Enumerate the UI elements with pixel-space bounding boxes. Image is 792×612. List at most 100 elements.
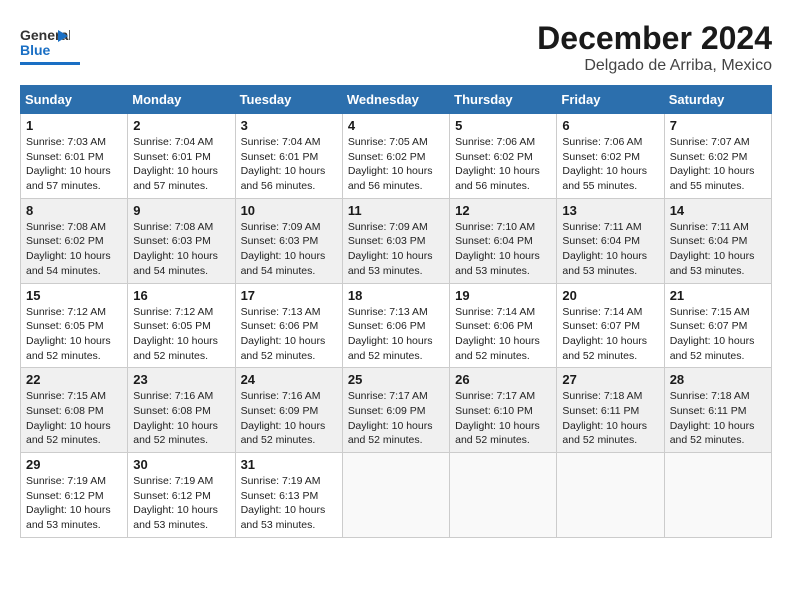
table-row: 20 Sunrise: 7:14 AM Sunset: 6:07 PM Dayl… — [557, 283, 664, 368]
day-info: Sunrise: 7:10 AM Sunset: 6:04 PM Dayligh… — [455, 220, 551, 279]
table-row: 3 Sunrise: 7:04 AM Sunset: 6:01 PM Dayli… — [235, 114, 342, 199]
header-monday: Monday — [128, 86, 235, 114]
day-info: Sunrise: 7:13 AM Sunset: 6:06 PM Dayligh… — [348, 305, 444, 364]
table-row: 8 Sunrise: 7:08 AM Sunset: 6:02 PM Dayli… — [21, 198, 128, 283]
table-row: 19 Sunrise: 7:14 AM Sunset: 6:06 PM Dayl… — [450, 283, 557, 368]
table-row: 13 Sunrise: 7:11 AM Sunset: 6:04 PM Dayl… — [557, 198, 664, 283]
table-row: 26 Sunrise: 7:17 AM Sunset: 6:10 PM Dayl… — [450, 368, 557, 453]
header-thursday: Thursday — [450, 86, 557, 114]
table-row — [557, 453, 664, 538]
day-info: Sunrise: 7:08 AM Sunset: 6:03 PM Dayligh… — [133, 220, 229, 279]
day-info: Sunrise: 7:16 AM Sunset: 6:09 PM Dayligh… — [241, 389, 337, 448]
day-number: 30 — [133, 457, 229, 472]
day-info: Sunrise: 7:18 AM Sunset: 6:11 PM Dayligh… — [562, 389, 658, 448]
calendar-week-row: 22 Sunrise: 7:15 AM Sunset: 6:08 PM Dayl… — [21, 368, 772, 453]
day-number: 4 — [348, 118, 444, 133]
day-number: 6 — [562, 118, 658, 133]
day-info: Sunrise: 7:11 AM Sunset: 6:04 PM Dayligh… — [562, 220, 658, 279]
day-number: 28 — [670, 372, 766, 387]
day-info: Sunrise: 7:11 AM Sunset: 6:04 PM Dayligh… — [670, 220, 766, 279]
weekday-header-row: Sunday Monday Tuesday Wednesday Thursday… — [21, 86, 772, 114]
day-info: Sunrise: 7:12 AM Sunset: 6:05 PM Dayligh… — [133, 305, 229, 364]
table-row — [342, 453, 449, 538]
header-tuesday: Tuesday — [235, 86, 342, 114]
day-info: Sunrise: 7:06 AM Sunset: 6:02 PM Dayligh… — [455, 135, 551, 194]
day-info: Sunrise: 7:15 AM Sunset: 6:08 PM Dayligh… — [26, 389, 122, 448]
day-info: Sunrise: 7:18 AM Sunset: 6:11 PM Dayligh… — [670, 389, 766, 448]
day-info: Sunrise: 7:09 AM Sunset: 6:03 PM Dayligh… — [348, 220, 444, 279]
header-saturday: Saturday — [664, 86, 771, 114]
table-row: 12 Sunrise: 7:10 AM Sunset: 6:04 PM Dayl… — [450, 198, 557, 283]
table-row: 25 Sunrise: 7:17 AM Sunset: 6:09 PM Dayl… — [342, 368, 449, 453]
page-header: General Blue December 2024 Delgado de Ar… — [20, 20, 772, 75]
calendar-week-row: 8 Sunrise: 7:08 AM Sunset: 6:02 PM Dayli… — [21, 198, 772, 283]
table-row: 7 Sunrise: 7:07 AM Sunset: 6:02 PM Dayli… — [664, 114, 771, 199]
table-row: 21 Sunrise: 7:15 AM Sunset: 6:07 PM Dayl… — [664, 283, 771, 368]
day-number: 3 — [241, 118, 337, 133]
table-row: 27 Sunrise: 7:18 AM Sunset: 6:11 PM Dayl… — [557, 368, 664, 453]
svg-text:Blue: Blue — [20, 42, 51, 58]
day-number: 19 — [455, 288, 551, 303]
day-info: Sunrise: 7:06 AM Sunset: 6:02 PM Dayligh… — [562, 135, 658, 194]
table-row: 22 Sunrise: 7:15 AM Sunset: 6:08 PM Dayl… — [21, 368, 128, 453]
day-number: 11 — [348, 203, 444, 218]
day-info: Sunrise: 7:17 AM Sunset: 6:09 PM Dayligh… — [348, 389, 444, 448]
table-row: 29 Sunrise: 7:19 AM Sunset: 6:12 PM Dayl… — [21, 453, 128, 538]
day-number: 31 — [241, 457, 337, 472]
page-subtitle: Delgado de Arriba, Mexico — [537, 57, 772, 75]
header-sunday: Sunday — [21, 86, 128, 114]
table-row: 24 Sunrise: 7:16 AM Sunset: 6:09 PM Dayl… — [235, 368, 342, 453]
day-info: Sunrise: 7:04 AM Sunset: 6:01 PM Dayligh… — [133, 135, 229, 194]
calendar-week-row: 29 Sunrise: 7:19 AM Sunset: 6:12 PM Dayl… — [21, 453, 772, 538]
table-row: 11 Sunrise: 7:09 AM Sunset: 6:03 PM Dayl… — [342, 198, 449, 283]
table-row — [664, 453, 771, 538]
header-wednesday: Wednesday — [342, 86, 449, 114]
day-number: 17 — [241, 288, 337, 303]
day-number: 2 — [133, 118, 229, 133]
day-info: Sunrise: 7:19 AM Sunset: 6:12 PM Dayligh… — [133, 474, 229, 533]
table-row: 17 Sunrise: 7:13 AM Sunset: 6:06 PM Dayl… — [235, 283, 342, 368]
table-row: 1 Sunrise: 7:03 AM Sunset: 6:01 PM Dayli… — [21, 114, 128, 199]
table-row: 14 Sunrise: 7:11 AM Sunset: 6:04 PM Dayl… — [664, 198, 771, 283]
day-number: 1 — [26, 118, 122, 133]
day-info: Sunrise: 7:14 AM Sunset: 6:07 PM Dayligh… — [562, 305, 658, 364]
day-number: 24 — [241, 372, 337, 387]
day-info: Sunrise: 7:15 AM Sunset: 6:07 PM Dayligh… — [670, 305, 766, 364]
day-info: Sunrise: 7:09 AM Sunset: 6:03 PM Dayligh… — [241, 220, 337, 279]
day-number: 13 — [562, 203, 658, 218]
table-row: 31 Sunrise: 7:19 AM Sunset: 6:13 PM Dayl… — [235, 453, 342, 538]
day-number: 22 — [26, 372, 122, 387]
day-number: 15 — [26, 288, 122, 303]
table-row: 10 Sunrise: 7:09 AM Sunset: 6:03 PM Dayl… — [235, 198, 342, 283]
table-row: 6 Sunrise: 7:06 AM Sunset: 6:02 PM Dayli… — [557, 114, 664, 199]
header-friday: Friday — [557, 86, 664, 114]
logo: General Blue — [20, 20, 80, 65]
day-info: Sunrise: 7:16 AM Sunset: 6:08 PM Dayligh… — [133, 389, 229, 448]
day-number: 26 — [455, 372, 551, 387]
day-info: Sunrise: 7:05 AM Sunset: 6:02 PM Dayligh… — [348, 135, 444, 194]
day-number: 16 — [133, 288, 229, 303]
day-number: 18 — [348, 288, 444, 303]
table-row: 4 Sunrise: 7:05 AM Sunset: 6:02 PM Dayli… — [342, 114, 449, 199]
day-info: Sunrise: 7:19 AM Sunset: 6:13 PM Dayligh… — [241, 474, 337, 533]
day-info: Sunrise: 7:14 AM Sunset: 6:06 PM Dayligh… — [455, 305, 551, 364]
table-row: 15 Sunrise: 7:12 AM Sunset: 6:05 PM Dayl… — [21, 283, 128, 368]
table-row: 9 Sunrise: 7:08 AM Sunset: 6:03 PM Dayli… — [128, 198, 235, 283]
table-row: 23 Sunrise: 7:16 AM Sunset: 6:08 PM Dayl… — [128, 368, 235, 453]
day-number: 20 — [562, 288, 658, 303]
day-number: 29 — [26, 457, 122, 472]
table-row: 28 Sunrise: 7:18 AM Sunset: 6:11 PM Dayl… — [664, 368, 771, 453]
day-number: 27 — [562, 372, 658, 387]
logo-svg: General Blue — [20, 20, 70, 60]
day-info: Sunrise: 7:04 AM Sunset: 6:01 PM Dayligh… — [241, 135, 337, 194]
page-title: December 2024 — [537, 20, 772, 57]
day-number: 23 — [133, 372, 229, 387]
table-row: 16 Sunrise: 7:12 AM Sunset: 6:05 PM Dayl… — [128, 283, 235, 368]
day-number: 9 — [133, 203, 229, 218]
day-number: 10 — [241, 203, 337, 218]
day-info: Sunrise: 7:08 AM Sunset: 6:02 PM Dayligh… — [26, 220, 122, 279]
calendar-week-row: 15 Sunrise: 7:12 AM Sunset: 6:05 PM Dayl… — [21, 283, 772, 368]
day-info: Sunrise: 7:19 AM Sunset: 6:12 PM Dayligh… — [26, 474, 122, 533]
calendar-week-row: 1 Sunrise: 7:03 AM Sunset: 6:01 PM Dayli… — [21, 114, 772, 199]
day-number: 7 — [670, 118, 766, 133]
